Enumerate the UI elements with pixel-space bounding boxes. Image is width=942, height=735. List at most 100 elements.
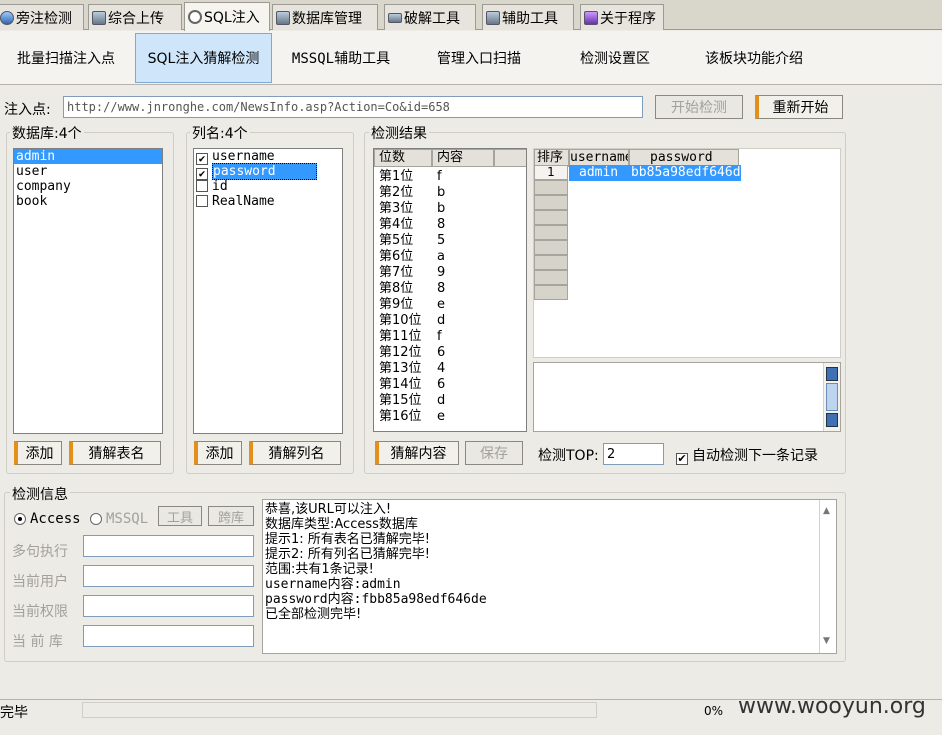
list-item[interactable]: user	[14, 164, 162, 179]
auto-detect-checkbox[interactable]: ✔ 自动检测下一条记录	[676, 445, 818, 465]
subtab-mssql-tools[interactable]: MSSQL辅助工具	[282, 33, 400, 83]
table-cell: b	[437, 201, 446, 216]
table-row[interactable]: 第7位	[379, 265, 431, 281]
table-row[interactable]: 第8位	[379, 281, 431, 297]
tab-database-manage[interactable]: 数据库管理	[272, 4, 378, 30]
add-table-button[interactable]: 添加	[14, 441, 62, 465]
add-column-button[interactable]: 添加	[194, 441, 242, 465]
current-user-label: 当前用户	[12, 574, 68, 590]
list-item[interactable]: admin	[14, 149, 162, 164]
magnifier-icon	[188, 10, 202, 24]
cross-db-button[interactable]: 跨库	[208, 506, 254, 526]
mssql-radio[interactable]: MSSQL	[90, 511, 148, 527]
guess-content-button[interactable]: 猜解内容	[375, 441, 459, 465]
current-user-field[interactable]	[83, 565, 254, 587]
watermark: www.wooyun.org	[738, 694, 926, 719]
start-detect-button[interactable]: 开始检测	[655, 95, 743, 119]
table-row[interactable]: 第11位	[379, 329, 431, 345]
database-listbox[interactable]: admin user company book	[13, 148, 163, 434]
list-item[interactable]: RealName	[194, 194, 342, 209]
record-grid[interactable]: 排序 username password 1 admin bb85a98edf6…	[533, 148, 841, 358]
current-db-field[interactable]	[83, 625, 254, 647]
subtab-sql-guess[interactable]: SQL注入猜解检测	[135, 33, 272, 83]
tab-aux-tools[interactable]: 辅助工具	[482, 4, 574, 30]
tab-side-scan[interactable]: 旁注检测	[0, 4, 84, 30]
scroll-up-icon[interactable]	[826, 367, 838, 381]
table-row[interactable]: 第15位	[379, 393, 431, 409]
scroll-down-icon[interactable]	[826, 413, 838, 427]
list-item[interactable]: book	[14, 194, 162, 209]
table-row[interactable]: 第10位	[379, 313, 431, 329]
table-cell: 6	[437, 377, 446, 392]
guess-column-button[interactable]: 猜解列名	[249, 441, 341, 465]
content-col-header[interactable]: 内容	[432, 149, 494, 167]
empty-col-header	[494, 149, 526, 167]
subtab-intro[interactable]: 该板块功能介绍	[690, 33, 818, 83]
table-row[interactable]: 第12位	[379, 345, 431, 361]
info-label: 检测信息	[10, 484, 70, 504]
current-privilege-field[interactable]	[83, 595, 254, 617]
row-header-empty	[534, 195, 568, 210]
radio-empty-icon[interactable]	[90, 513, 102, 525]
table-cell: f	[437, 169, 442, 184]
main-tab-strip: 旁注检测 综合上传 SQL注入 数据库管理 破解工具 辅助工具 关于程序	[0, 0, 942, 31]
table-row[interactable]: 第1位	[379, 169, 431, 185]
table-row[interactable]: 第5位	[379, 233, 431, 249]
memo-scrollbar[interactable]	[823, 363, 840, 431]
table-row[interactable]: 第4位	[379, 217, 431, 233]
save-button[interactable]: 保存	[465, 441, 523, 465]
list-item[interactable]: ✔ username	[194, 149, 342, 165]
sub-tab-bar: 批量扫描注入点 SQL注入猜解检测 MSSQL辅助工具 管理入口扫描 检测设置区…	[0, 31, 942, 85]
database-count-label: 数据库:4个	[10, 123, 84, 143]
table-cell: 8	[437, 217, 446, 232]
radio-selected-icon[interactable]	[14, 513, 26, 525]
tools-button[interactable]: 工具	[158, 506, 202, 526]
scroll-down-icon[interactable]: ▼	[823, 634, 830, 649]
current-privilege-label: 当前权限	[12, 604, 68, 620]
row-header-empty	[534, 180, 568, 195]
multi-exec-label: 多句执行	[12, 544, 68, 560]
table-row[interactable]: 第2位	[379, 185, 431, 201]
row-number: 1	[534, 165, 568, 180]
table-row[interactable]: admin bb85a98edf646d	[569, 165, 741, 181]
tab-sql-injection[interactable]: SQL注入	[184, 2, 270, 31]
table-row[interactable]: 第14位	[379, 377, 431, 393]
tab-upload[interactable]: 综合上传	[88, 4, 182, 30]
restart-button[interactable]: 重新开始	[755, 95, 843, 119]
detect-log[interactable]: 恭喜,该URL可以注入! 数据库类型:Access数据库 提示1: 所有表名已猜…	[262, 499, 837, 654]
top-count-input[interactable]: 2	[603, 443, 664, 465]
checkbox-empty-icon[interactable]	[196, 195, 208, 207]
list-item[interactable]: id	[194, 179, 342, 194]
inject-url-input[interactable]: http://www.jnronghe.com/NewsInfo.asp?Act…	[63, 96, 643, 118]
tab-crack-tools[interactable]: 破解工具	[384, 4, 476, 30]
subtab-settings[interactable]: 检测设置区	[560, 33, 670, 83]
column-count-label: 列名:4个	[190, 123, 250, 143]
table-row[interactable]: 第13位	[379, 361, 431, 377]
log-scrollbar[interactable]: ▲ ▼	[819, 500, 836, 653]
table-cell: 9	[437, 265, 446, 280]
digit-grid[interactable]: 位数 内容 第1位 f 第2位 b 第3位 b 第4位 8 第5位 5 第6位 a 第7位 9 第8位 8 第9…	[373, 148, 527, 432]
access-radio[interactable]: Access	[14, 511, 81, 527]
table-row[interactable]: 第9位	[379, 297, 431, 313]
list-item[interactable]: ✔ password	[194, 163, 342, 180]
digit-col-header[interactable]: 位数	[374, 149, 432, 167]
row-header-empty	[534, 270, 568, 285]
table-row[interactable]: 第3位	[379, 201, 431, 217]
subtab-admin-scan[interactable]: 管理入口扫描	[420, 33, 538, 83]
result-memo[interactable]	[533, 362, 841, 432]
guess-table-button[interactable]: 猜解表名	[69, 441, 161, 465]
table-cell: d	[437, 313, 446, 328]
column-listbox[interactable]: ✔ username ✔ password id RealName	[193, 148, 343, 434]
list-item[interactable]: company	[14, 179, 162, 194]
subtab-batch-scan[interactable]: 批量扫描注入点	[4, 33, 128, 83]
row-header-empty	[534, 210, 568, 225]
scroll-up-icon[interactable]: ▲	[823, 504, 830, 519]
checkbox-empty-icon[interactable]	[196, 180, 208, 192]
checkbox-checked-icon[interactable]: ✔	[676, 453, 688, 465]
table-row[interactable]: 第16位	[379, 409, 431, 425]
tab-about[interactable]: 关于程序	[580, 4, 664, 30]
table-cell: 8	[437, 281, 446, 296]
table-row[interactable]: 第6位	[379, 249, 431, 265]
multi-exec-field[interactable]	[83, 535, 254, 557]
scroll-thumb[interactable]	[826, 383, 838, 411]
